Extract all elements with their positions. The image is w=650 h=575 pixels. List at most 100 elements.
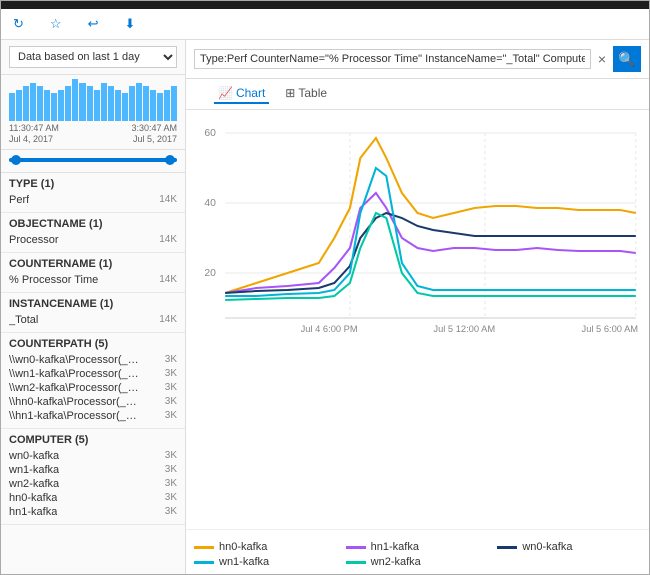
facet-item-count: 3K — [165, 368, 177, 379]
histogram-bar — [129, 86, 135, 121]
slider-thumb-right[interactable] — [165, 155, 175, 165]
chart-tab-label: Chart — [236, 86, 265, 100]
svg-text:60: 60 — [204, 128, 216, 139]
facet-item-label: \\hn1-kafka\Processor(_Total)\% Processo… — [9, 410, 139, 422]
facet-item-count: 3K — [165, 506, 177, 517]
legend-item[interactable]: wn1-kafka — [194, 556, 338, 568]
facet-section-counterpath: COUNTERPATH (5) \\wn0-kafka\Processor(_To… — [1, 333, 185, 429]
legend-item[interactable]: hn0-kafka — [194, 541, 338, 553]
table-tab-label: Table — [298, 86, 327, 100]
saved-searches-button[interactable]: ☆ — [46, 14, 70, 34]
facet-section-objectname: OBJECTNAME (1) Processor14K — [1, 213, 185, 253]
histogram-bar — [30, 83, 36, 122]
legend-area: hn0-kafka hn1-kafka wn0-kafka wn1-kafka wn2-… — [186, 529, 649, 574]
legend-item[interactable]: wn0-kafka — [497, 541, 641, 553]
facet-title: TYPE (1) — [9, 178, 177, 190]
facet-item[interactable]: hn1-kafka3K — [9, 505, 177, 519]
slider-section — [1, 150, 185, 173]
facet-section-countername: COUNTERNAME (1) % Processor Time 14K — [1, 253, 185, 293]
facet-section-type: TYPE (1) Perf14K — [1, 173, 185, 213]
time-filter-section: Data based on last 1 day Last 12 hours L… — [1, 40, 185, 75]
histogram-bar — [23, 86, 29, 121]
search-icon: 🔍 — [618, 51, 635, 68]
search-bar: × 🔍 — [186, 40, 649, 79]
facet-title: OBJECTNAME (1) — [9, 218, 177, 230]
refresh-button[interactable]: ↻ — [9, 14, 32, 34]
histogram-bar — [115, 90, 121, 122]
histogram-bar — [136, 83, 142, 122]
title-bar — [1, 1, 649, 9]
legend-item-label: wn0-kafka — [522, 541, 572, 553]
search-clear-button[interactable]: × — [595, 51, 609, 67]
facet-item[interactable]: wn2-kafka3K — [9, 477, 177, 491]
chart-area: 60 40 20 Jul 4 6:00 PM — [186, 110, 649, 529]
facet-item[interactable]: % Processor Time 14K — [9, 273, 177, 287]
undo-icon: ↩ — [88, 16, 99, 32]
time-filter-select[interactable]: Data based on last 1 day Last 12 hours L… — [9, 46, 177, 68]
facet-item[interactable]: wn1-kafka3K — [9, 463, 177, 477]
facet-item[interactable]: \\hn1-kafka\Processor(_Total)\% Processo… — [9, 409, 177, 423]
histogram-bar — [143, 86, 149, 121]
facet-item[interactable]: \\hn0-kafka\Processor(_Total)\% Processo… — [9, 395, 177, 409]
histogram-bar — [108, 86, 114, 121]
facet-item[interactable]: wn0-kafka3K — [9, 449, 177, 463]
left-panel: Data based on last 1 day Last 12 hours L… — [1, 40, 186, 574]
facet-item-count: 3K — [165, 354, 177, 365]
facet-item[interactable]: \\wn2-kafka\Processor(_Total)\% Processo… — [9, 381, 177, 395]
facet-item[interactable]: \\wn1-kafka\Processor(_Total)\% Processo… — [9, 367, 177, 381]
right-panel: × 🔍 📈 Chart ⊞ Table — [186, 40, 649, 574]
legend-item[interactable]: wn2-kafka — [346, 556, 490, 568]
tab-chart[interactable]: 📈 Chart — [214, 84, 269, 104]
histogram-bar — [16, 90, 22, 122]
slider-track[interactable] — [9, 158, 177, 162]
facet-item-label: _Total — [9, 314, 38, 326]
svg-text:Jul 5 12:00 AM: Jul 5 12:00 AM — [433, 324, 495, 334]
line-chart: 60 40 20 Jul 4 6:00 PM — [194, 118, 641, 338]
svg-text:Jul 4 6:00 PM: Jul 4 6:00 PM — [301, 324, 358, 334]
histogram-bar — [65, 86, 71, 121]
search-go-button[interactable]: 🔍 — [613, 46, 641, 72]
facet-item-label: \\wn1-kafka\Processor(_Total)\% Processo… — [9, 368, 139, 380]
facet-item-count: 3K — [165, 410, 177, 421]
facet-item-count: 3K — [165, 382, 177, 393]
slider-fill — [9, 158, 177, 162]
facet-item[interactable]: \\wn0-kafka\Processor(_Total)\% Processo… — [9, 353, 177, 367]
facet-item[interactable]: hn0-kafka3K — [9, 491, 177, 505]
facet-title: COMPUTER (5) — [9, 434, 177, 446]
legend-color-swatch — [497, 546, 517, 549]
facet-title: COUNTERPATH (5) — [9, 338, 177, 350]
legend-color-swatch — [346, 561, 366, 564]
facet-item-label: % Processor Time — [9, 274, 98, 286]
toolbar: ↻ ☆ ↩ ⬇ — [1, 9, 649, 40]
histogram-section: 11:30:47 AM Jul 4, 2017 3:30:47 AM Jul 5… — [1, 75, 185, 150]
facet-item-count: 3K — [165, 396, 177, 407]
search-input[interactable] — [194, 49, 591, 69]
main-content: Data based on last 1 day Last 12 hours L… — [1, 40, 649, 574]
facet-item[interactable]: Perf14K — [9, 193, 177, 207]
export-button[interactable]: ⬇ — [120, 14, 143, 34]
chart-icon: 📈 — [218, 86, 233, 100]
svg-text:Jul 5 6:00 AM: Jul 5 6:00 AM — [582, 324, 639, 334]
facet-item-label: hn0-kafka — [9, 492, 57, 504]
histogram-bar — [101, 83, 107, 122]
tab-table[interactable]: ⊞ Table — [281, 84, 331, 104]
facet-item[interactable]: _Total 14K — [9, 313, 177, 327]
facet-item-count: 14K — [159, 314, 177, 325]
facet-item-count: 3K — [165, 450, 177, 461]
table-icon: ⊞ — [285, 86, 295, 100]
facet-item-count: 14K — [159, 234, 177, 245]
histogram-bar — [72, 79, 78, 121]
facet-item-count: 14K — [159, 194, 177, 205]
refresh-icon: ↻ — [13, 16, 24, 32]
facet-item[interactable]: Processor14K — [9, 233, 177, 247]
facet-title: INSTANCENAME (1) — [9, 298, 177, 310]
legend-items: hn0-kafka hn1-kafka wn0-kafka wn1-kafka wn2-… — [194, 541, 641, 568]
slider-thumb-left[interactable] — [11, 155, 21, 165]
undo-button[interactable]: ↩ — [84, 14, 107, 34]
facet-item-count: 14K — [159, 274, 177, 285]
svg-text:40: 40 — [204, 198, 216, 209]
legend-item[interactable]: hn1-kafka — [346, 541, 490, 553]
facet-item-count: 3K — [165, 464, 177, 475]
facet-title: COUNTERNAME (1) — [9, 258, 177, 270]
legend-item-label: hn0-kafka — [219, 541, 267, 553]
